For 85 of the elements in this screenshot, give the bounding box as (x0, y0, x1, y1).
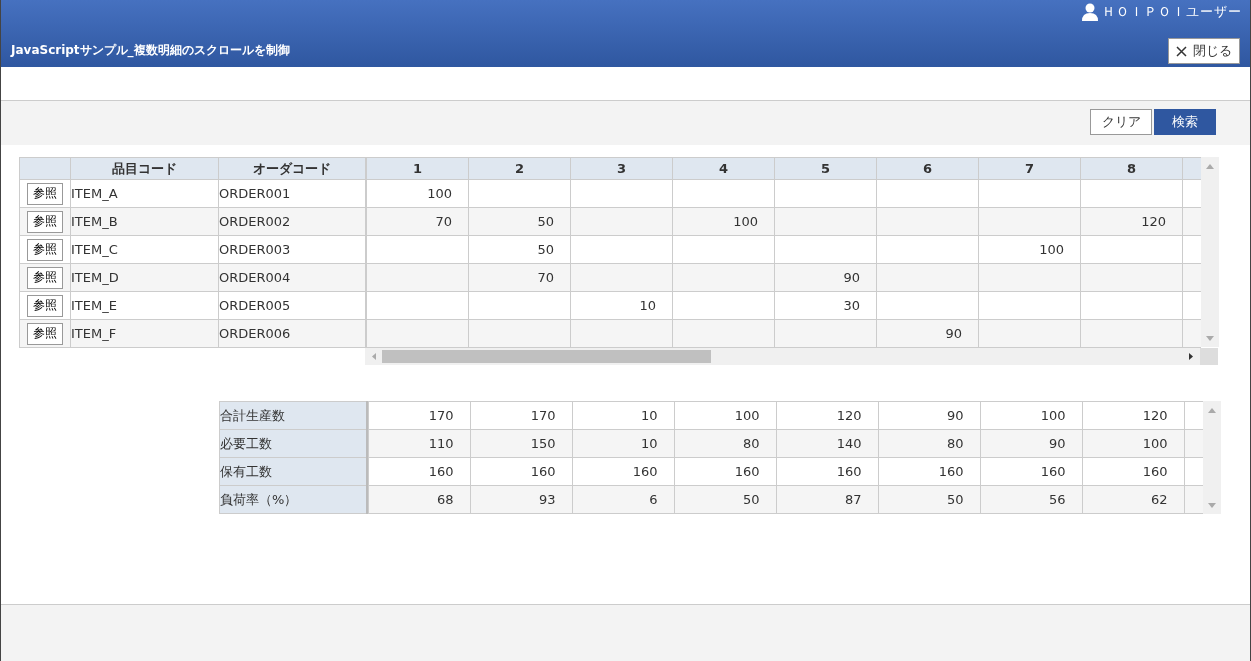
table-cell: 160 (878, 457, 980, 486)
table-cell: ITEM_D (70, 263, 219, 292)
table-cell: ORDER005 (218, 291, 366, 320)
table-cell: 110 (368, 429, 470, 458)
reference-button[interactable]: 参照 (27, 182, 63, 205)
window-title: JavaScriptサンプル_複数明細のスクロールを制御 (11, 42, 290, 59)
row-header: 必要工数 (219, 429, 367, 458)
table-cell: 120 (776, 401, 878, 430)
reference-button[interactable]: 参照 (27, 322, 63, 345)
table-cell: ITEM_C (70, 235, 219, 264)
table-cell: 87 (776, 485, 878, 514)
table-cell: 120 (1080, 207, 1183, 236)
column-header: 1 (366, 157, 469, 180)
table-cell: 120 (1082, 401, 1184, 430)
table-cell: 100 (674, 401, 776, 430)
table-cell: ORDER003 (218, 235, 366, 264)
table-cell: 160 (572, 457, 674, 486)
table-cell: 6 (572, 485, 674, 514)
table-cell: 68 (368, 485, 470, 514)
table-cell: 50 (468, 235, 571, 264)
table-cell: 90 (878, 401, 980, 430)
reference-button[interactable]: 参照 (27, 238, 63, 261)
table-cell: 10 (570, 291, 673, 320)
table-cell: ORDER002 (218, 207, 366, 236)
column-header: 4 (672, 157, 775, 180)
column-header: 品目コード (70, 157, 219, 180)
table-cell: 160 (776, 457, 878, 486)
table-cell: ITEM_B (70, 207, 219, 236)
table-cell: 100 (366, 179, 469, 208)
column-header: 2 (468, 157, 571, 180)
table-cell: 170 (470, 401, 572, 430)
vertical-scrollbar[interactable] (1201, 157, 1219, 347)
column-header: 8 (1080, 157, 1183, 180)
table-cell: 56 (980, 485, 1082, 514)
column-header: 7 (978, 157, 1081, 180)
table-cell: 160 (368, 457, 470, 486)
table-cell: 90 (876, 319, 979, 348)
table-cell: 62 (1082, 485, 1184, 514)
reference-button[interactable]: 参照 (27, 294, 63, 317)
table-cell: ITEM_A (70, 179, 219, 208)
row-header: 負荷率（%） (219, 485, 367, 514)
table-cell: 10 (572, 429, 674, 458)
search-button[interactable]: 検索 (1154, 109, 1216, 135)
table-cell: ORDER004 (218, 263, 366, 292)
table-cell: 170 (368, 401, 470, 430)
clear-button[interactable]: クリア (1090, 109, 1152, 135)
table-cell: ITEM_E (70, 291, 219, 320)
column-header: 6 (876, 157, 979, 180)
reference-button[interactable]: 参照 (27, 266, 63, 289)
table-cell: 90 (980, 429, 1082, 458)
table-cell: 70 (366, 207, 469, 236)
table-cell: ORDER006 (218, 319, 366, 348)
table-cell: ORDER001 (218, 179, 366, 208)
table-cell: 80 (674, 429, 776, 458)
table-cell: 100 (980, 401, 1082, 430)
table-cell: 160 (674, 457, 776, 486)
table-cell: 100 (1082, 429, 1184, 458)
close-button[interactable]: 閉じる (1168, 38, 1240, 64)
table-cell: 50 (674, 485, 776, 514)
column-header: 5 (774, 157, 877, 180)
reference-button[interactable]: 参照 (27, 210, 63, 233)
table-cell: 100 (672, 207, 775, 236)
table-cell: 150 (470, 429, 572, 458)
table-cell: 160 (1082, 457, 1184, 486)
user-icon (1082, 3, 1098, 21)
table-cell: ITEM_F (70, 319, 219, 348)
table-cell: 93 (470, 485, 572, 514)
table-cell: 160 (980, 457, 1082, 486)
table-cell: 30 (774, 291, 877, 320)
row-header: 合計生産数 (219, 401, 367, 430)
table-cell: 70 (468, 263, 571, 292)
table-cell: 90 (774, 263, 877, 292)
user-name: ＨＯＩＰＯＩユーザー (1102, 3, 1242, 21)
column-header: 3 (570, 157, 673, 180)
table-cell: 140 (776, 429, 878, 458)
row-header: 保有工数 (219, 457, 367, 486)
table-cell: 50 (878, 485, 980, 514)
table-cell: 100 (978, 235, 1081, 264)
column-header: オーダコード (218, 157, 366, 180)
close-icon (1176, 45, 1187, 57)
table-cell: 10 (572, 401, 674, 430)
table-cell: 80 (878, 429, 980, 458)
table-cell: 50 (468, 207, 571, 236)
table-cell: 160 (470, 457, 572, 486)
horizontal-scrollbar[interactable] (365, 348, 1218, 365)
